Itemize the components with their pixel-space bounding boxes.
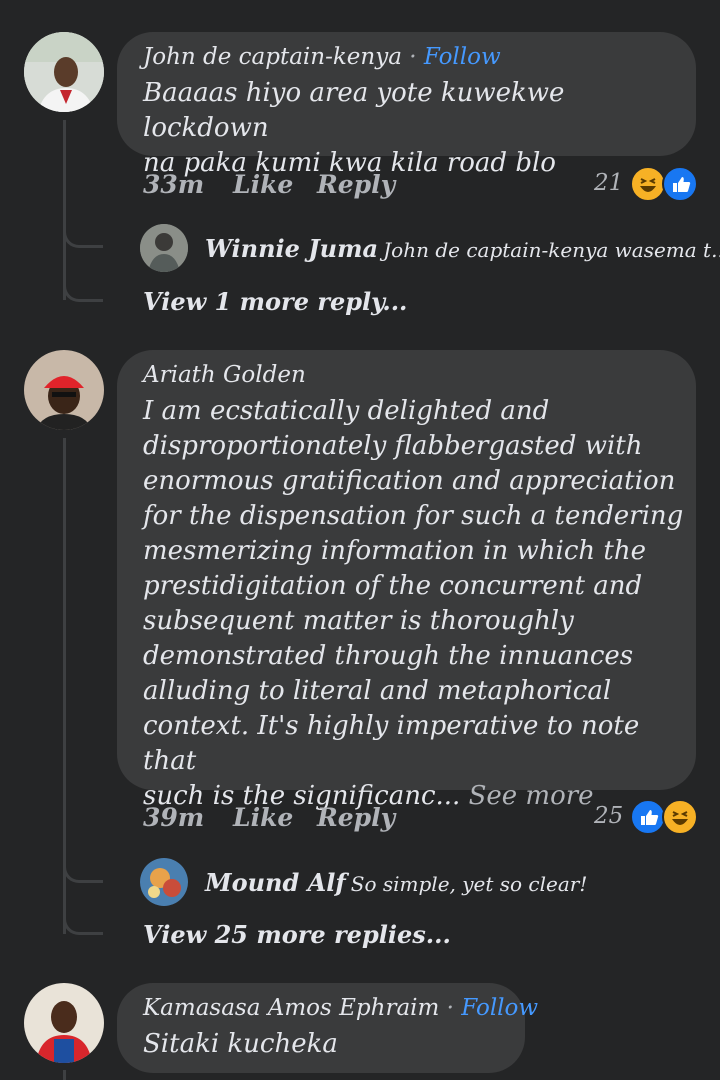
comment-time: 39m: [143, 803, 205, 832]
reply-text: So simple, yet so clear!: [350, 872, 588, 896]
reaction-count[interactable]: 21: [594, 170, 623, 196]
reply-text: John de captain-kenya wasema t...: [383, 238, 720, 262]
comment-text: I am ecstatically delighted and dispropo…: [143, 396, 684, 811]
reply-connector: [63, 855, 103, 883]
view-more-replies[interactable]: View 25 more replies...: [143, 920, 451, 949]
reply-connector: [63, 220, 103, 248]
avatar-image: [24, 983, 104, 1063]
reply-preview[interactable]: Mound Alf So simple, yet so clear!: [205, 868, 587, 897]
reply-author[interactable]: Mound Alf: [205, 868, 346, 897]
comment-author[interactable]: Ariath Golden: [143, 362, 306, 388]
see-more-link[interactable]: See more: [469, 781, 594, 811]
avatar-image: [24, 32, 104, 112]
view-more-replies[interactable]: View 1 more reply...: [143, 287, 407, 316]
comment-author-row: Kamasasa Amos Ephraim · Follow: [143, 995, 538, 1021]
reaction-count[interactable]: 25: [594, 803, 623, 829]
reply-connector: [63, 905, 103, 935]
follow-button[interactable]: Follow: [461, 995, 538, 1021]
reply-avatar[interactable]: [140, 858, 188, 906]
avatar[interactable]: [24, 983, 104, 1063]
reply-avatar-image: [140, 858, 188, 906]
reply-connector: [63, 272, 103, 302]
follow-button[interactable]: Follow: [424, 44, 501, 70]
avatar-image: [24, 350, 104, 430]
separator-dot: ·: [409, 44, 417, 70]
reply-preview[interactable]: Winnie Juma John de captain-kenya wasema…: [205, 234, 720, 263]
reply-button[interactable]: Reply: [317, 803, 395, 832]
thread-line: [63, 1070, 66, 1080]
comment-author[interactable]: John de captain-kenya: [143, 44, 402, 70]
comment-author-row: John de captain-kenya · Follow: [143, 44, 501, 70]
reply-button[interactable]: Reply: [317, 170, 395, 199]
comment-text: Baaaas hiyo area yote kuwekwe lockdown n…: [143, 78, 565, 178]
reply-avatar[interactable]: [140, 224, 188, 272]
comment-time: 33m: [143, 170, 205, 199]
avatar[interactable]: [24, 350, 104, 430]
like-button[interactable]: Like: [233, 803, 293, 832]
comment-author[interactable]: Kamasasa Amos Ephraim: [143, 995, 439, 1021]
haha-icon: [662, 799, 698, 835]
comment-bubble[interactable]: John de captain-kenya · Follow Baaaas hi…: [117, 32, 696, 178]
avatar[interactable]: [24, 32, 104, 112]
like-icon: [630, 799, 666, 835]
reply-avatar-image: [140, 224, 188, 272]
like-button[interactable]: Like: [233, 170, 293, 199]
haha-icon: [630, 166, 666, 202]
comment-text: Sitaki kucheka: [143, 1029, 338, 1059]
reply-author[interactable]: Winnie Juma: [205, 234, 378, 263]
comment-bubble[interactable]: Ariath Golden I am ecstatically delighte…: [117, 350, 696, 811]
like-icon: [662, 166, 698, 202]
comment-bubble[interactable]: Kamasasa Amos Ephraim · Follow Sitaki ku…: [117, 983, 538, 1073]
separator-dot: ·: [446, 995, 454, 1021]
